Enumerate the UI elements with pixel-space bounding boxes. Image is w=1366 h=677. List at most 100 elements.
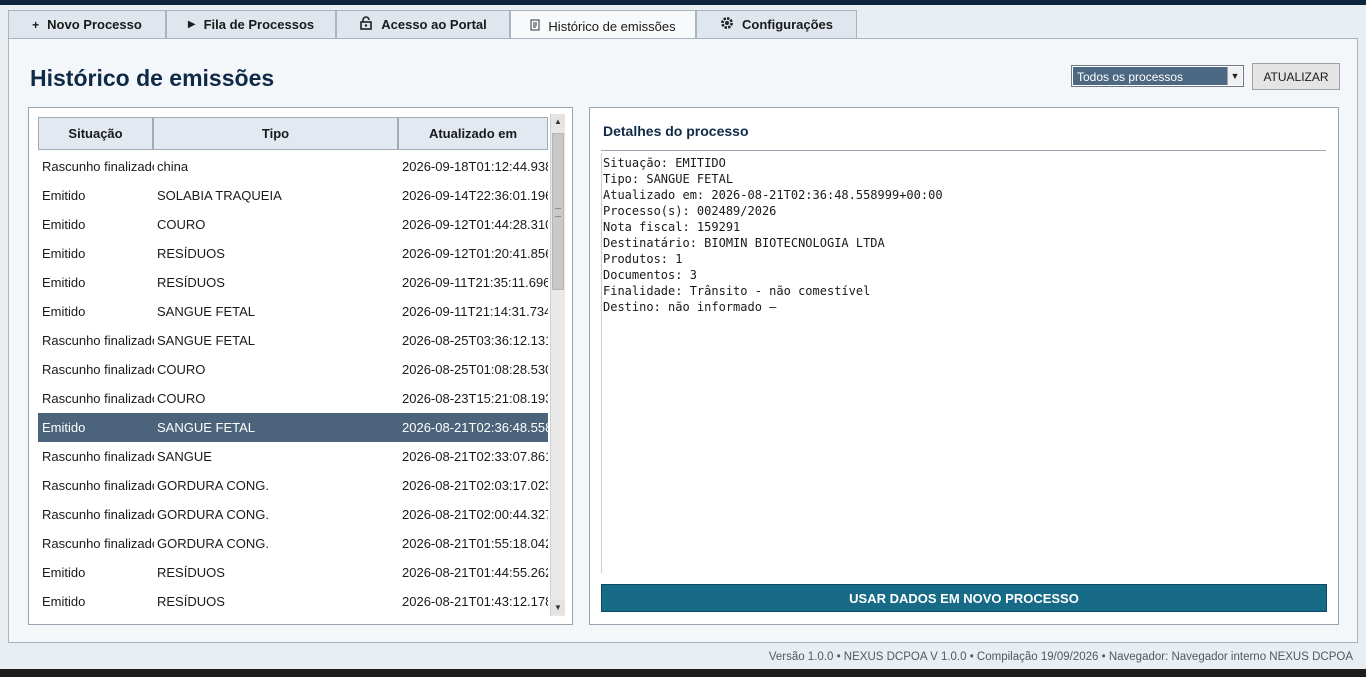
cell-tipo: COURO	[157, 217, 206, 232]
scrollbar-thumb[interactable]	[552, 133, 564, 290]
details-line: Destinatário: BIOMIN BIOTECNOLOGIA LTDA	[603, 236, 885, 250]
cell-situacao: Emitido	[42, 246, 86, 261]
tab-label: Histórico de emissões	[548, 18, 676, 34]
gear-icon	[720, 16, 734, 33]
cell-atualizado-em: 2026-08-21T02:03:17.023	[402, 478, 548, 493]
details-divider	[601, 150, 1326, 151]
cell-situacao: Rascunho finalizado	[42, 478, 154, 493]
table-row[interactable]: Rascunho finalizado SANGUE 2026-08-21T02:3…	[38, 442, 548, 471]
cell-tipo: SANGUE FETAL	[157, 420, 256, 435]
details-line: Tipo: SANGUE FETAL	[603, 172, 734, 186]
details-line: Atualizado em: 2026-08-21T02:36:48.55899…	[603, 188, 943, 202]
process-details-panel: Detalhes do processo Situação: EMITIDO Ti…	[589, 107, 1339, 625]
cell-situacao: Rascunho finalizado	[42, 333, 154, 348]
column-header-situacao[interactable]: Situação	[38, 117, 153, 150]
cell-atualizado-em: 2026-09-14T22:36:01.196	[402, 188, 548, 203]
chevron-down-icon[interactable]: ▼	[1227, 67, 1242, 85]
cell-situacao: Emitido	[42, 188, 86, 203]
grip-icon	[555, 208, 561, 217]
cell-tipo: RESÍDUOS	[157, 594, 225, 609]
tab-acesso-ao-portal[interactable]: Acesso ao Portal	[336, 10, 510, 38]
tab-label: Acesso ao Portal	[381, 17, 487, 32]
cell-situacao: Rascunho finalizado	[42, 159, 154, 174]
cell-atualizado-em: 2026-08-21T01:43:12.178	[402, 594, 548, 609]
table-row[interactable]: Rascunho finalizado GORDURA CONG. 2026-08-…	[38, 471, 548, 500]
tab-label: Configurações	[741, 17, 833, 32]
cell-atualizado-em: 2026-08-21T02:00:44.327	[402, 507, 548, 522]
table-row[interactable]: Rascunho finalizado COURO 2026-08-23T15:21…	[38, 384, 548, 413]
cell-atualizado-em: 2026-08-25T03:36:12.131	[402, 333, 548, 348]
cell-tipo: COURO	[157, 362, 206, 377]
table-row[interactable]: Emitido RESÍDUOS 2026-09-12T01:20:41.856	[38, 239, 548, 268]
use-data-new-process-button[interactable]: USAR DADOS EM NOVO PROCESSO	[601, 584, 1327, 612]
refresh-button[interactable]: ATUALIZAR	[1252, 63, 1340, 90]
cell-atualizado-em: 2026-09-12T01:44:28.310	[402, 217, 548, 232]
plus-icon: +	[32, 17, 40, 32]
table-row[interactable]: Emitido RESÍDUOS 2026-09-11T21:35:11.696	[38, 268, 548, 297]
top-window-bar	[0, 0, 1366, 5]
history-panel: Histórico de emissões Todos os processos…	[8, 38, 1358, 643]
table-row[interactable]: Emitido SOLABIA TRAQUEIA 2026-09-14T22:36:…	[38, 181, 548, 210]
process-filter-select[interactable]: Todos os processos ▼	[1071, 65, 1244, 87]
table-row[interactable]: Rascunho finalizado COURO 2026-08-25T01:08…	[38, 355, 548, 384]
cell-situacao: Rascunho finalizado	[42, 391, 154, 406]
scroll-down-icon[interactable]: ▼	[551, 600, 565, 614]
filter-selected-value: Todos os processos	[1073, 67, 1227, 85]
tab-label: Novo Processo	[47, 17, 142, 32]
cell-tipo: GORDURA CONG.	[157, 507, 269, 522]
cell-situacao: Rascunho finalizado	[42, 362, 154, 377]
table-row[interactable]: Emitido RESÍDUOS 2026-08-21T01:44:55.262	[38, 558, 548, 587]
column-header-atualizado-em[interactable]: Atualizado em	[398, 117, 548, 150]
page-title: Histórico de emissões	[30, 65, 275, 91]
tab-historico-de-emissoes[interactable]: Histórico de emissões	[510, 10, 696, 41]
details-line: Situação: EMITIDO	[603, 156, 726, 170]
cell-tipo: SANGUE FETAL	[157, 333, 256, 348]
table-row[interactable]: Emitido SANGUE FETAL 2026-08-21T02:36:48.5…	[38, 413, 548, 442]
table-row[interactable]: Rascunho finalizado GORDURA CONG. 2026-08-…	[38, 500, 548, 529]
cell-atualizado-em: 2026-09-18T01:12:44.938	[402, 159, 548, 174]
cell-atualizado-em: 2026-08-25T01:08:28.530	[402, 362, 548, 377]
details-line: Produtos: 1	[603, 252, 683, 266]
column-header-tipo[interactable]: Tipo	[153, 117, 398, 150]
cell-situacao: Emitido	[42, 217, 86, 232]
cell-situacao: Emitido	[42, 275, 86, 290]
cell-atualizado-em: 2026-08-21T01:44:55.262	[402, 565, 548, 580]
taskbar-strip	[0, 669, 1366, 677]
details-text-area[interactable]: Situação: EMITIDO Tipo: SANGUE FETAL Atual…	[601, 153, 1326, 573]
details-title: Detalhes do processo	[603, 123, 749, 139]
document-icon	[530, 19, 540, 34]
tab-configuracoes[interactable]: Configurações	[696, 10, 857, 38]
cell-atualizado-em: 2026-08-23T15:21:08.193	[402, 391, 548, 406]
tab-novo-processo[interactable]: + Novo Processo	[8, 10, 166, 38]
cell-atualizado-em: 2026-08-21T02:36:48.558	[402, 420, 548, 435]
cell-situacao: Rascunho finalizado	[42, 507, 154, 522]
details-line: Finalidade: Trânsito - não comestível	[603, 284, 871, 298]
table-row[interactable]: Emitido RESÍDUOS 2026-08-21T01:43:12.178	[38, 587, 548, 616]
cell-situacao: Rascunho finalizado	[42, 536, 154, 551]
details-line: Processo(s): 002489/2026	[603, 204, 777, 218]
cell-tipo: GORDURA CONG.	[157, 536, 269, 551]
cell-situacao: Emitido	[42, 304, 86, 319]
table-row[interactable]: Emitido SANGUE FETAL 2026-09-11T21:14:31.7…	[38, 297, 548, 326]
tab-fila-de-processos[interactable]: ▶ Fila de Processos	[166, 10, 336, 38]
history-list: Situação Tipo Atualizado em Rascunho fin…	[28, 107, 573, 625]
table-row[interactable]: Rascunho finalizado GORDURA CONG. 2026-08-…	[38, 529, 548, 558]
cell-atualizado-em: 2026-09-11T21:35:11.696	[402, 275, 548, 290]
cell-tipo: SANGUE FETAL	[157, 304, 256, 319]
cell-tipo: SOLABIA TRAQUEIA	[157, 188, 282, 203]
play-icon: ▶	[187, 19, 196, 30]
cell-tipo: china	[157, 159, 189, 174]
details-line: Nota fiscal: 159291	[603, 220, 741, 234]
cell-atualizado-em: 2026-08-21T02:33:07.861	[402, 449, 548, 464]
cell-tipo: RESÍDUOS	[157, 565, 225, 580]
table-row[interactable]: Emitido COURO 2026-09-12T01:44:28.310	[38, 210, 548, 239]
cell-situacao: Emitido	[42, 594, 86, 609]
details-line: Destino: não informado —	[603, 300, 777, 314]
cell-tipo: RESÍDUOS	[157, 275, 225, 290]
scroll-up-icon[interactable]: ▲	[551, 114, 565, 128]
table-row[interactable]: Rascunho finalizado SANGUE FETAL 2026-08-2…	[38, 326, 548, 355]
cell-situacao: Emitido	[42, 420, 86, 435]
list-scrollbar[interactable]: ▲ ▼	[550, 114, 565, 616]
cell-tipo: RESÍDUOS	[157, 246, 225, 261]
table-row[interactable]: Rascunho finalizado china 2026-09-18T01:12…	[38, 152, 548, 181]
